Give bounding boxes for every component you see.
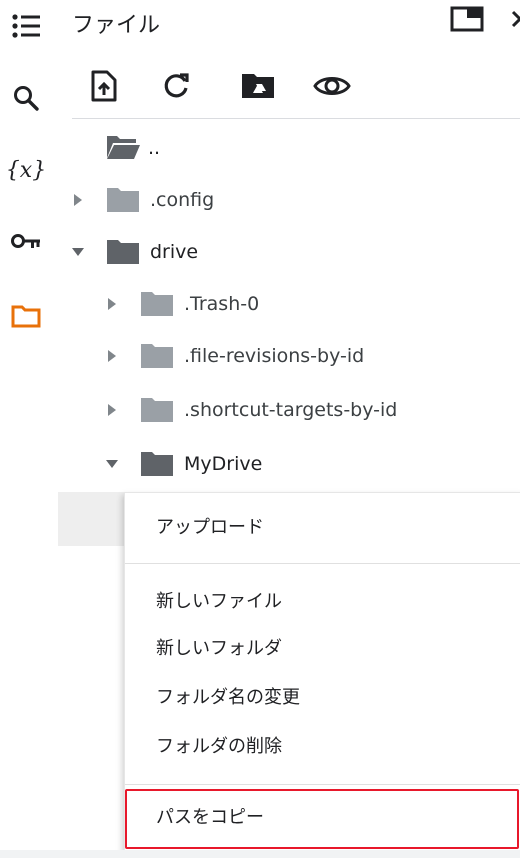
tree-item-config[interactable]: .config (58, 174, 520, 226)
panel-title: ファイル (72, 13, 161, 38)
tree-item-label: .shortcut-targets-by-id (184, 399, 398, 421)
menu-item-new-folder[interactable]: 新しいフォルダ (125, 626, 520, 672)
menu-item-copy-path[interactable]: パスをコピー (125, 789, 519, 849)
open-in-tab-icon[interactable] (450, 6, 484, 32)
table-of-contents-icon[interactable] (8, 8, 44, 44)
context-menu: アップロード 新しいファイル 新しいフォルダ フォルダ名の変更 フォルダの削除 … (124, 492, 520, 855)
bottom-strip (0, 850, 520, 858)
search-icon[interactable] (8, 80, 44, 116)
chevron-right-icon[interactable] (104, 348, 120, 364)
tree-item-mydrive[interactable]: MyDrive (58, 438, 520, 490)
folder-icon (107, 188, 139, 212)
menu-item-new-file[interactable]: 新しいファイル (125, 579, 520, 625)
folder-icon (141, 344, 173, 368)
menu-item-delete-folder[interactable]: フォルダの削除 (125, 724, 520, 770)
variables-glyph: {x} (5, 157, 47, 183)
chevron-right-icon[interactable] (104, 402, 120, 418)
folder-icon (141, 452, 173, 476)
upload-file-icon[interactable] (80, 62, 128, 110)
chevron-down-icon[interactable] (104, 456, 120, 472)
tree-item-label: .Trash-0 (184, 293, 260, 315)
folder-icon[interactable] (8, 298, 44, 334)
close-icon[interactable] (510, 6, 520, 32)
tree-item-label: .config (150, 189, 215, 211)
tree-item-shortcut-targets[interactable]: .shortcut-targets-by-id (58, 384, 520, 436)
menu-item-upload[interactable]: アップロード (125, 505, 520, 551)
folder-icon (141, 292, 173, 316)
show-hidden-files-icon[interactable] (308, 62, 356, 110)
variables-icon[interactable]: {x} (5, 152, 47, 188)
chevron-right-icon[interactable] (104, 296, 120, 312)
tree-item-label: .file-revisions-by-id (184, 345, 365, 367)
tree-item-label: drive (150, 241, 199, 263)
tree-item-parent[interactable]: .. (58, 122, 520, 174)
mount-drive-icon[interactable] (234, 62, 282, 110)
menu-divider (125, 563, 520, 564)
tree-item-label: .. (148, 137, 161, 159)
refresh-icon[interactable] (152, 62, 200, 110)
tree-item-file-revisions[interactable]: .file-revisions-by-id (58, 330, 520, 382)
folder-open-icon (107, 136, 140, 159)
key-icon[interactable] (8, 224, 44, 260)
toolbar-divider (72, 118, 520, 119)
tree-item-trash[interactable]: .Trash-0 (58, 278, 520, 330)
menu-divider (125, 784, 520, 785)
chevron-right-icon[interactable] (70, 192, 86, 208)
tree-item-drive[interactable]: drive (58, 226, 520, 278)
folder-icon (141, 398, 173, 422)
folder-icon (107, 240, 139, 264)
chevron-down-icon[interactable] (70, 244, 86, 260)
menu-item-rename-folder[interactable]: フォルダ名の変更 (125, 675, 520, 721)
tree-item-label: MyDrive (184, 453, 263, 475)
